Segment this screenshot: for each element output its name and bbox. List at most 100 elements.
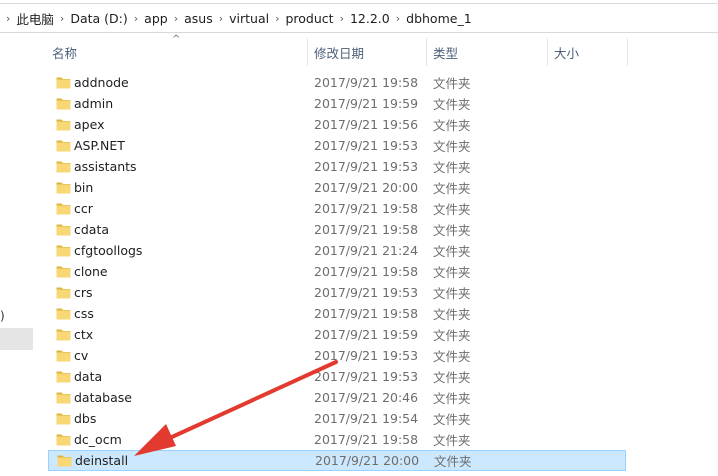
chevron-right-icon[interactable]: › xyxy=(390,12,406,25)
folder-icon xyxy=(56,392,71,404)
file-row[interactable]: database 2017/9/21 20:46 文件夹 xyxy=(46,387,628,408)
folder-icon xyxy=(56,182,71,194)
chevron-right-icon[interactable]: › xyxy=(213,12,229,25)
file-row[interactable]: data 2017/9/21 19:53 文件夹 xyxy=(46,366,628,387)
file-date-modified: 2017/9/21 19:53 xyxy=(314,285,419,300)
file-date-modified: 2017/9/21 19:53 xyxy=(314,348,419,363)
file-date-modified: 2017/9/21 19:58 xyxy=(314,432,419,447)
sort-ascending-icon: ^ xyxy=(172,34,181,45)
file-row[interactable]: cdata 2017/9/21 19:58 文件夹 xyxy=(46,219,628,240)
file-date-modified: 2017/9/21 20:00 xyxy=(314,180,419,195)
file-type: 文件夹 xyxy=(433,349,471,364)
file-name: admin xyxy=(74,96,114,111)
file-date-modified: 2017/9/21 19:53 xyxy=(314,138,419,153)
folder-icon xyxy=(56,287,71,299)
file-row[interactable]: bin 2017/9/21 20:00 文件夹 xyxy=(46,177,628,198)
file-row[interactable]: deinstall 2017/9/21 20:00 文件夹 xyxy=(48,450,626,471)
column-header-name[interactable]: 名称 ^ xyxy=(46,34,308,66)
file-date-modified: 2017/9/21 19:58 xyxy=(314,222,419,237)
file-name: crs xyxy=(74,285,93,300)
file-date-modified: 2017/9/21 19:58 xyxy=(314,201,419,216)
file-row[interactable]: assistants 2017/9/21 19:53 文件夹 xyxy=(46,156,628,177)
file-row[interactable]: admin 2017/9/21 19:59 文件夹 xyxy=(46,93,628,114)
file-date-modified: 2017/9/21 19:59 xyxy=(314,96,419,111)
chevron-right-icon[interactable]: › xyxy=(128,12,144,25)
file-row[interactable]: ccr 2017/9/21 19:58 文件夹 xyxy=(46,198,628,219)
file-type: 文件夹 xyxy=(433,97,471,112)
nav-item-selected[interactable] xyxy=(0,328,33,350)
file-row[interactable]: apex 2017/9/21 19:56 文件夹 xyxy=(46,114,628,135)
breadcrumb-item[interactable]: product xyxy=(285,11,333,26)
nav-item-partial-label[interactable]: ) xyxy=(0,309,5,323)
file-row[interactable]: dc_ocm 2017/9/21 19:58 文件夹 xyxy=(46,429,628,450)
column-header-row: 名称 ^ 修改日期 类型 大小 xyxy=(46,34,628,66)
breadcrumb-item[interactable]: 此电脑 xyxy=(16,9,54,28)
chevron-right-icon[interactable]: › xyxy=(0,12,16,25)
file-name: cv xyxy=(74,348,89,363)
folder-icon xyxy=(56,77,71,89)
breadcrumb-item[interactable]: 12.2.0 xyxy=(350,11,390,26)
file-row[interactable]: cv 2017/9/21 19:53 文件夹 xyxy=(46,345,628,366)
column-header-size-label: 大小 xyxy=(554,45,580,61)
file-row[interactable]: addnode 2017/9/21 19:58 文件夹 xyxy=(46,72,628,93)
column-header-name-label: 名称 xyxy=(52,45,78,61)
file-name: ccr xyxy=(74,201,93,216)
breadcrumb-item[interactable]: dbhome_1 xyxy=(406,11,472,26)
chevron-right-icon[interactable]: › xyxy=(54,12,70,25)
file-row[interactable]: cfgtoollogs 2017/9/21 21:24 文件夹 xyxy=(46,240,628,261)
folder-icon xyxy=(56,119,71,131)
file-row[interactable]: crs 2017/9/21 19:53 文件夹 xyxy=(46,282,628,303)
file-row[interactable]: clone 2017/9/21 19:58 文件夹 xyxy=(46,261,628,282)
file-name: deinstall xyxy=(75,453,129,468)
folder-icon xyxy=(56,98,71,110)
file-name: assistants xyxy=(74,159,137,174)
chevron-right-icon[interactable]: › xyxy=(334,12,350,25)
folder-icon xyxy=(56,203,71,215)
file-type: 文件夹 xyxy=(433,391,471,406)
chevron-right-icon[interactable]: › xyxy=(269,12,285,25)
file-date-modified: 2017/9/21 19:58 xyxy=(314,75,419,90)
file-type: 文件夹 xyxy=(433,118,471,133)
column-header-date[interactable]: 修改日期 xyxy=(308,38,427,66)
file-list: addnode 2017/9/21 19:58 文件夹 admin 2017/9/21 … xyxy=(46,72,628,471)
navigation-pane[interactable]: ) xyxy=(0,36,33,476)
file-type: 文件夹 xyxy=(433,307,471,322)
file-row[interactable]: css 2017/9/21 19:58 文件夹 xyxy=(46,303,628,324)
file-type: 文件夹 xyxy=(433,139,471,154)
address-bar: › 此电脑 › Data (D:) › app › asus › virtual › product ›… xyxy=(0,0,718,36)
breadcrumb-item[interactable]: asus xyxy=(184,11,213,26)
file-date-modified: 2017/9/21 19:53 xyxy=(314,159,419,174)
folder-icon xyxy=(56,308,71,320)
file-type: 文件夹 xyxy=(433,223,471,238)
file-name: apex xyxy=(74,117,105,132)
file-name: clone xyxy=(74,264,108,279)
column-header-size[interactable]: 大小 xyxy=(548,38,628,66)
file-name: ASP.NET xyxy=(74,138,125,153)
file-type: 文件夹 xyxy=(433,370,471,385)
chevron-right-icon[interactable]: › xyxy=(168,12,184,25)
file-date-modified: 2017/9/21 20:46 xyxy=(314,390,419,405)
file-name: cfgtoollogs xyxy=(74,243,143,258)
column-header-date-label: 修改日期 xyxy=(314,45,365,61)
breadcrumb-item[interactable]: Data (D:) xyxy=(70,11,127,26)
file-row[interactable]: dbs 2017/9/21 19:54 文件夹 xyxy=(46,408,628,429)
file-date-modified: 2017/9/21 20:00 xyxy=(315,453,420,468)
folder-icon xyxy=(56,434,71,446)
file-name: cdata xyxy=(74,222,110,237)
breadcrumb-item[interactable]: virtual xyxy=(229,11,269,26)
breadcrumb-item[interactable]: app xyxy=(144,11,168,26)
file-name: data xyxy=(74,369,103,384)
file-type: 文件夹 xyxy=(433,412,471,427)
file-row[interactable]: ASP.NET 2017/9/21 19:53 文件夹 xyxy=(46,135,628,156)
file-row[interactable]: ctx 2017/9/21 19:59 文件夹 xyxy=(46,324,628,345)
column-header-type[interactable]: 类型 xyxy=(427,38,548,66)
file-name: bin xyxy=(74,180,94,195)
file-name: dc_ocm xyxy=(74,432,122,447)
file-date-modified: 2017/9/21 19:56 xyxy=(314,117,419,132)
folder-icon xyxy=(56,245,71,257)
file-type: 文件夹 xyxy=(433,286,471,301)
file-type: 文件夹 xyxy=(433,433,471,448)
breadcrumb[interactable]: › 此电脑 › Data (D:) › app › asus › virtual › product ›… xyxy=(0,3,718,33)
file-type: 文件夹 xyxy=(433,76,471,91)
column-header-type-label: 类型 xyxy=(433,45,459,61)
